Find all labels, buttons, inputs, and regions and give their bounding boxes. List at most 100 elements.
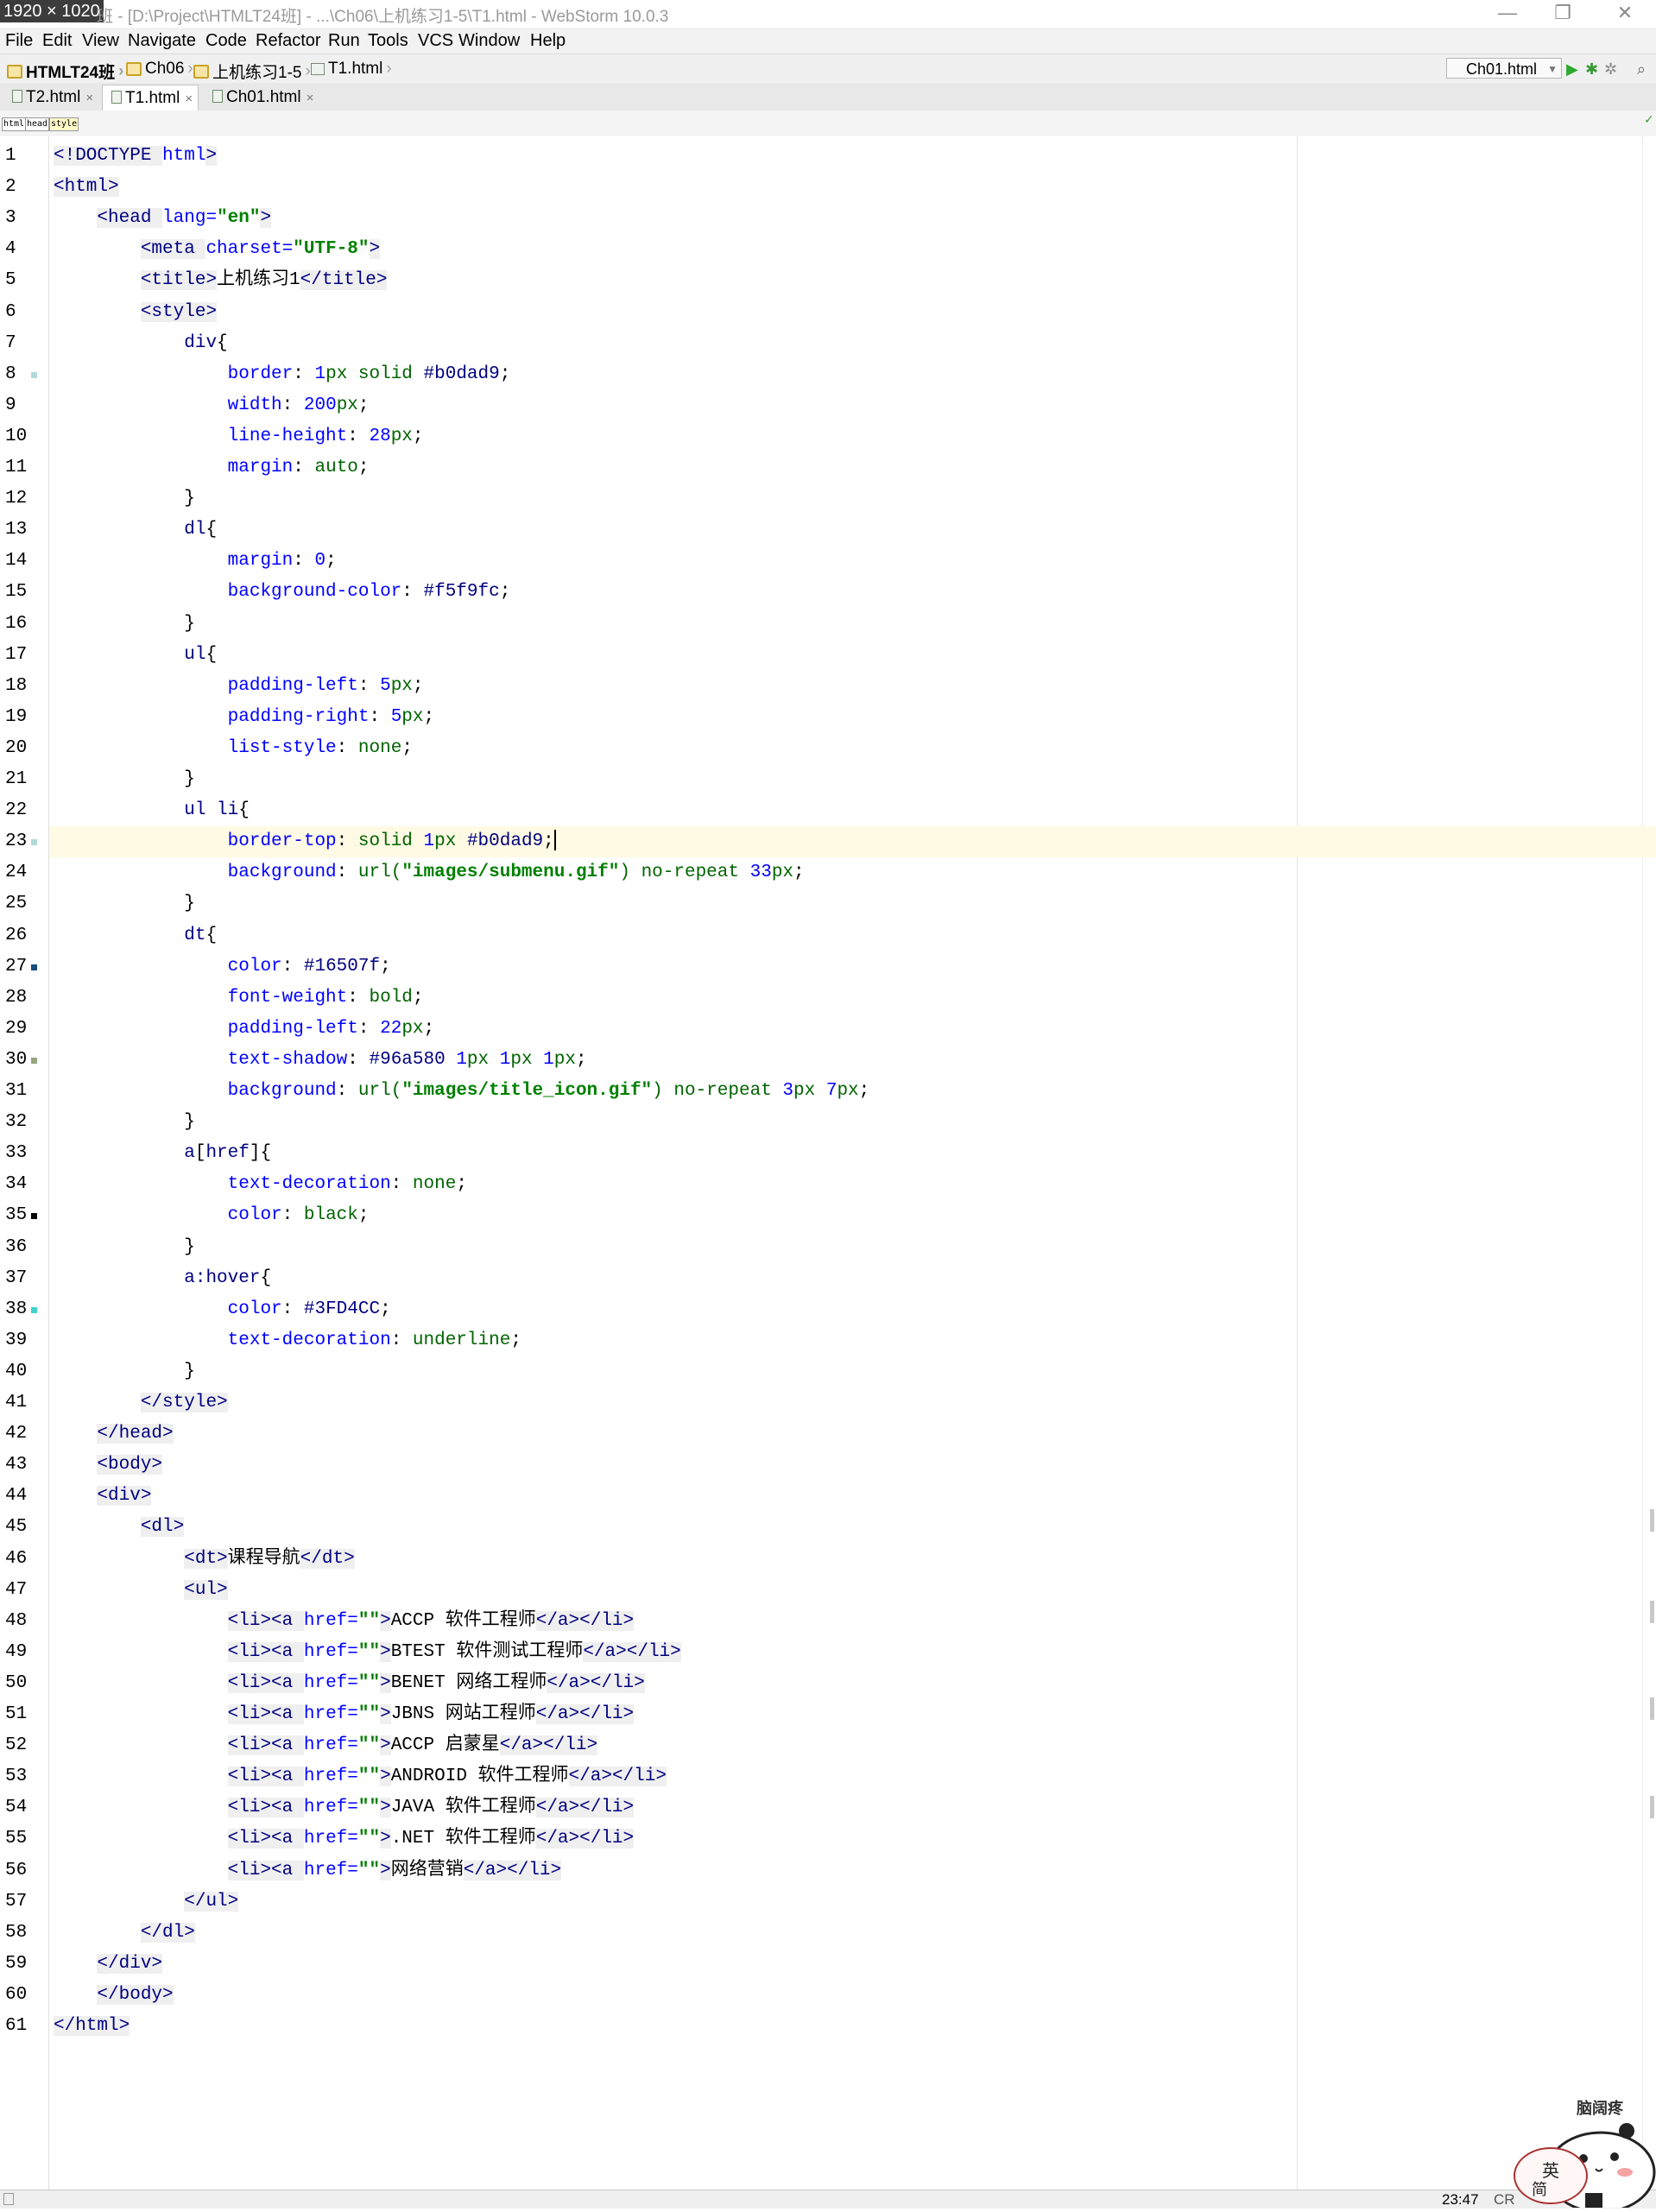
code-line[interactable]: text-decoration: underline; bbox=[54, 1325, 521, 1356]
breadcrumb-project[interactable]: HTMLT24班 › bbox=[7, 60, 123, 83]
menu-tools[interactable]: Tools bbox=[368, 31, 408, 51]
coverage-icon[interactable]: ✲ bbox=[1604, 60, 1617, 79]
code-line[interactable]: </body> bbox=[54, 1980, 174, 2011]
breadcrumb-folder[interactable]: 上机练习1-5 › bbox=[193, 60, 311, 83]
code-line[interactable]: border-top: solid 1px #b0dad9; bbox=[54, 826, 556, 857]
code-line[interactable]: } bbox=[54, 1232, 195, 1263]
code-line[interactable]: </dl> bbox=[54, 1918, 195, 1949]
debug-icon[interactable]: ✱ bbox=[1585, 60, 1598, 79]
code-line[interactable]: color: #3FD4CC; bbox=[54, 1294, 391, 1325]
tag-path-style[interactable]: style bbox=[49, 117, 79, 131]
menu-run[interactable]: Run bbox=[328, 31, 360, 51]
restore-button[interactable]: ❐ bbox=[1537, 0, 1589, 28]
run-icon[interactable]: ▶ bbox=[1566, 60, 1578, 79]
color-swatch-icon[interactable] bbox=[31, 1213, 37, 1219]
code-line[interactable]: dl{ bbox=[54, 515, 217, 546]
code-line[interactable]: color: #16507f; bbox=[54, 951, 391, 983]
code-line[interactable]: } bbox=[54, 1107, 195, 1138]
code-line[interactable]: <li><a href="">ACCP 软件工程师</a></li> bbox=[54, 1606, 635, 1637]
code-line[interactable]: border: 1px solid #b0dad9; bbox=[54, 359, 511, 390]
color-swatch-icon[interactable] bbox=[31, 1307, 37, 1313]
run-configuration-select[interactable]: Ch01.html ▼ bbox=[1446, 58, 1562, 79]
color-swatch-icon[interactable] bbox=[31, 839, 37, 845]
code-line[interactable]: a:hover{ bbox=[54, 1263, 271, 1294]
close-tab-icon[interactable]: × bbox=[307, 91, 314, 105]
code-line[interactable]: width: 200px; bbox=[54, 390, 370, 421]
code-line[interactable]: <li><a href="">BENET 网络工程师</a></li> bbox=[54, 1668, 645, 1699]
code-line[interactable]: <meta charset="UTF-8"> bbox=[54, 234, 381, 265]
code-line[interactable]: background: url("images/title_icon.gif")… bbox=[54, 1076, 870, 1107]
code-line[interactable]: <!DOCTYPE html> bbox=[54, 141, 218, 172]
code-line[interactable]: <li><a href="">ACCP 启蒙星</a></li> bbox=[54, 1730, 598, 1761]
code-line[interactable]: div{ bbox=[54, 328, 227, 359]
code-line[interactable]: background-color: #f5f9fc; bbox=[54, 577, 511, 608]
code-line[interactable]: padding-left: 22px; bbox=[54, 1014, 435, 1045]
breadcrumb-ch06[interactable]: Ch06 › bbox=[126, 60, 193, 79]
menu-view[interactable]: View bbox=[82, 31, 119, 51]
code-line[interactable]: <li><a href="">网络营销</a></li> bbox=[54, 1855, 562, 1887]
code-line[interactable]: dt{ bbox=[54, 920, 217, 951]
code-line[interactable]: <li><a href="">JBNS 网站工程师</a></li> bbox=[54, 1699, 635, 1730]
code-line[interactable]: <dl> bbox=[54, 1512, 185, 1543]
code-line[interactable]: </head> bbox=[54, 1419, 174, 1450]
code-line[interactable]: <title>上机练习1</title> bbox=[54, 265, 388, 296]
code-line[interactable]: <body> bbox=[54, 1450, 163, 1481]
color-swatch-icon[interactable] bbox=[31, 1058, 37, 1064]
code-line[interactable]: } bbox=[54, 764, 195, 795]
code-line[interactable]: <ul> bbox=[54, 1575, 228, 1606]
code-line[interactable]: ul li{ bbox=[54, 795, 250, 826]
code-line[interactable]: <style> bbox=[54, 297, 218, 328]
color-swatch-icon[interactable] bbox=[31, 372, 37, 378]
code-line[interactable]: padding-right: 5px; bbox=[54, 702, 434, 733]
search-icon[interactable]: ⌕ bbox=[1637, 60, 1646, 79]
scroll-marker[interactable] bbox=[1650, 1796, 1654, 1818]
code-line[interactable]: <div> bbox=[54, 1481, 152, 1512]
menu-vcs[interactable]: VCS bbox=[418, 31, 453, 51]
code-line[interactable]: ul{ bbox=[54, 640, 217, 671]
code-line[interactable]: text-decoration: none; bbox=[54, 1169, 467, 1200]
close-tab-icon[interactable]: × bbox=[85, 91, 93, 105]
code-line[interactable]: } bbox=[54, 483, 195, 515]
code-line[interactable]: </style> bbox=[54, 1387, 228, 1419]
code-line[interactable]: } bbox=[54, 609, 195, 640]
tab-ch01-html[interactable]: Ch01.html × bbox=[204, 85, 319, 111]
scroll-marker[interactable] bbox=[1650, 1509, 1654, 1532]
code-line[interactable]: <li><a href="">.NET 软件工程师</a></li> bbox=[54, 1823, 635, 1855]
code-line[interactable]: } bbox=[54, 888, 195, 920]
close-tab-icon[interactable]: × bbox=[185, 92, 193, 106]
scroll-marker[interactable] bbox=[1650, 1697, 1654, 1720]
code-line[interactable]: margin: auto; bbox=[54, 452, 370, 483]
code-line[interactable]: font-weight: bold; bbox=[54, 983, 424, 1014]
menu-file[interactable]: File bbox=[5, 31, 33, 51]
menu-window[interactable]: Window bbox=[458, 31, 520, 51]
code-line[interactable]: </html> bbox=[54, 2011, 130, 2042]
code-line[interactable]: a[href]{ bbox=[54, 1138, 271, 1169]
color-swatch-icon[interactable] bbox=[31, 964, 37, 970]
menu-refactor[interactable]: Refactor bbox=[256, 31, 321, 51]
menu-help[interactable]: Help bbox=[530, 31, 566, 51]
code-line[interactable]: margin: 0; bbox=[54, 546, 337, 577]
scroll-marker[interactable] bbox=[1650, 1601, 1654, 1623]
code-line[interactable]: background: url("images/submenu.gif") no… bbox=[54, 857, 805, 888]
code-line[interactable]: <li><a href="">BTEST 软件测试工程师</a></li> bbox=[54, 1637, 681, 1668]
tag-path-html[interactable]: html bbox=[2, 117, 27, 131]
error-stripe-scrollbar[interactable] bbox=[1642, 136, 1656, 2190]
code-line[interactable]: <head lang="en"> bbox=[54, 203, 272, 234]
code-line[interactable]: <li><a href="">ANDROID 软件工程师</a></li> bbox=[54, 1761, 667, 1792]
caret-position[interactable]: 23:47 bbox=[1442, 2191, 1479, 2209]
code-line[interactable]: </ul> bbox=[54, 1887, 239, 1918]
code-line[interactable]: color: black; bbox=[54, 1200, 370, 1231]
code-line[interactable]: <html> bbox=[54, 172, 119, 203]
minimize-button[interactable]: — bbox=[1482, 0, 1533, 28]
menu-code[interactable]: Code bbox=[205, 31, 247, 51]
code-line[interactable]: <dt>课程导航</dt> bbox=[54, 1544, 355, 1575]
toggle-panels-icon[interactable] bbox=[3, 2193, 14, 2205]
menu-navigate[interactable]: Navigate bbox=[128, 31, 196, 51]
code-line[interactable]: list-style: none; bbox=[54, 733, 413, 764]
code-line[interactable]: padding-left: 5px; bbox=[54, 671, 424, 702]
code-line[interactable]: line-height: 28px; bbox=[54, 421, 424, 452]
close-button[interactable]: ✕ bbox=[1599, 0, 1651, 28]
menu-edit[interactable]: Edit bbox=[42, 31, 72, 51]
tab-t2-html[interactable]: T2.html × bbox=[3, 85, 98, 111]
code-line[interactable]: <li><a href="">JAVA 软件工程师</a></li> bbox=[54, 1792, 635, 1823]
